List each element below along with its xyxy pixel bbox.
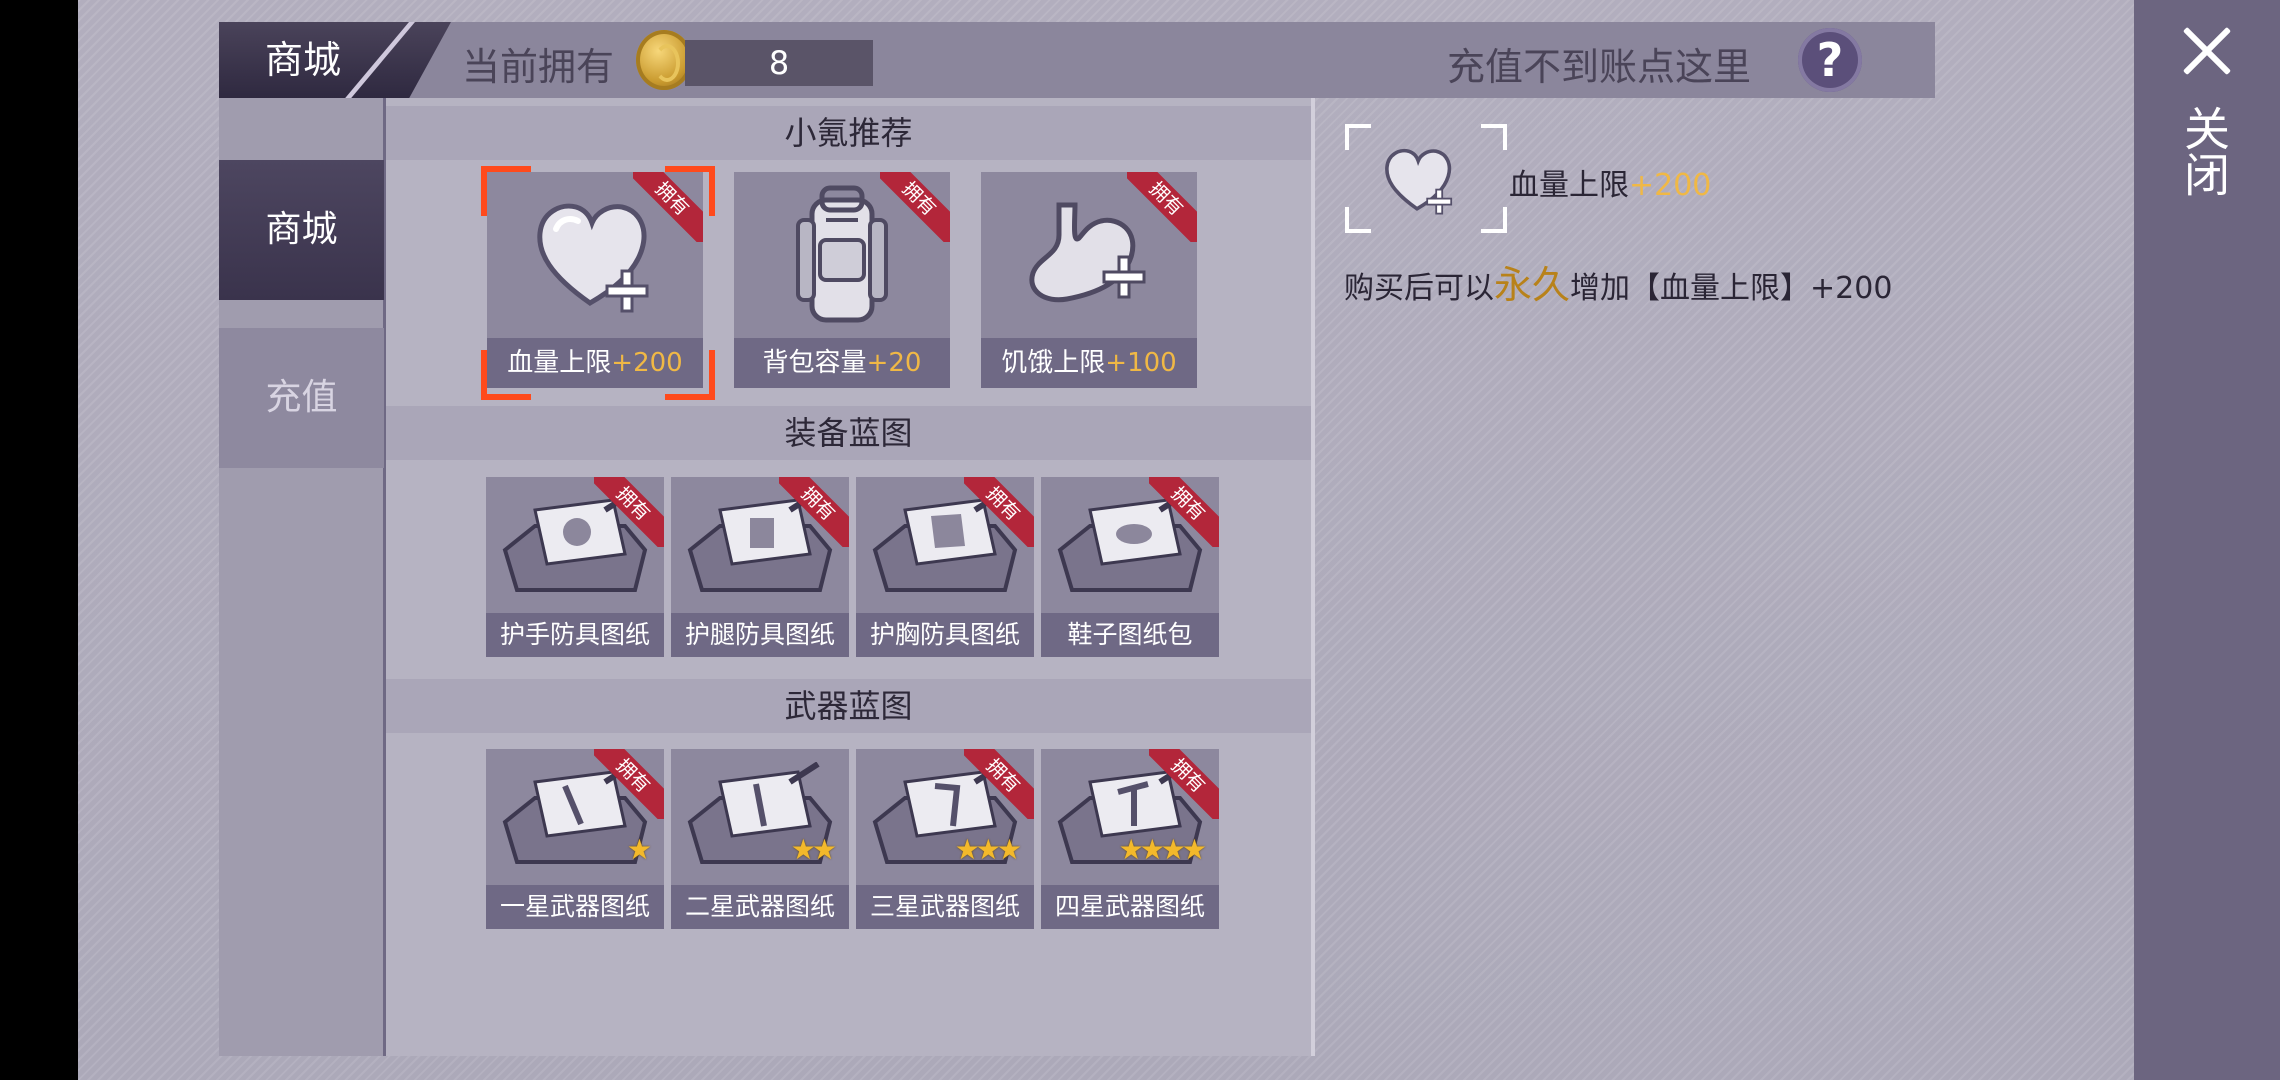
help-button[interactable]: ? — [1798, 28, 1862, 92]
shop-item-weapon-3star[interactable]: ★★★ 拥有 三星武器图纸 — [856, 749, 1034, 929]
detail-frame-corner — [1481, 124, 1507, 150]
star-rating: ★★★ — [954, 833, 1022, 866]
recharge-help-link[interactable]: 充值不到账点这里 — [1447, 36, 1751, 91]
close-label[interactable]: 关闭 — [2177, 105, 2231, 197]
detail-heart-plus-icon — [1380, 144, 1460, 220]
star-rating: ★★★★ — [1118, 833, 1207, 866]
item-label: 三星武器图纸 — [856, 885, 1034, 929]
item-label: 四星武器图纸 — [1041, 885, 1219, 929]
shop-item-shoes-blueprint[interactable]: 拥有 鞋子图纸包 — [1041, 477, 1219, 657]
shop-item-weapon-1star[interactable]: ★ 拥有 一星武器图纸 — [486, 749, 664, 929]
shop-item-chest-blueprint[interactable]: 拥有 护胸防具图纸 — [856, 477, 1034, 657]
owned-ribbon: 拥有 — [594, 477, 664, 547]
selection-corner — [665, 350, 715, 400]
detail-frame-corner — [1345, 207, 1371, 233]
selection-corner — [481, 350, 531, 400]
item-label: 一星武器图纸 — [486, 885, 664, 929]
owned-ribbon: 拥有 — [964, 477, 1034, 547]
section-title-weapons: 武器蓝图 — [386, 679, 1311, 733]
owned-ribbon: 拥有 — [1149, 749, 1219, 819]
owned-ribbon: 拥有 — [880, 172, 950, 242]
item-label: 护腿防具图纸 — [671, 613, 849, 657]
shop-item-hunger-limit[interactable]: 拥有 饥饿上限+100 — [981, 172, 1197, 388]
shop-item-weapon-2star[interactable]: ★★ 二星武器图纸 — [671, 749, 849, 929]
shop-item-pants-blueprint[interactable]: 拥有 护腿防具图纸 — [671, 477, 849, 657]
owned-ribbon: 拥有 — [1127, 172, 1197, 242]
close-icon[interactable] — [2178, 22, 2234, 78]
selection-corner — [665, 166, 715, 216]
owned-label: 当前拥有 — [462, 45, 615, 89]
star-rating: ★★ — [790, 833, 837, 866]
detail-frame-corner — [1345, 124, 1371, 150]
item-label: 护胸防具图纸 — [856, 613, 1034, 657]
owned-ribbon: 拥有 — [1149, 477, 1219, 547]
owned-ribbon: 拥有 — [964, 749, 1034, 819]
detail-title: 血量上限+200 — [1509, 168, 1712, 203]
selection-corner — [481, 166, 531, 216]
coin-icon — [636, 30, 692, 90]
coin-count: 8 — [685, 40, 873, 86]
item-label: 鞋子图纸包 — [1041, 613, 1219, 657]
sidebar-item-shop[interactable]: 商城 — [219, 160, 384, 300]
owned-ribbon: 拥有 — [779, 477, 849, 547]
detail-description: 购买后可以永久增加【血量上限】+200 — [1344, 263, 1893, 307]
star-rating: ★ — [626, 833, 652, 866]
section-title-equipment: 装备蓝图 — [386, 406, 1311, 460]
detail-frame-corner — [1481, 207, 1507, 233]
item-label: 饥饿上限+100 — [981, 338, 1197, 388]
item-label: 护手防具图纸 — [486, 613, 664, 657]
owned-ribbon: 拥有 — [594, 749, 664, 819]
section-title-recommend: 小氪推荐 — [386, 106, 1311, 160]
shop-item-backpack[interactable]: 拥有 背包容量+20 — [734, 172, 950, 388]
item-label: 二星武器图纸 — [671, 885, 849, 929]
item-label: 背包容量+20 — [734, 338, 950, 388]
sidebar-item-recharge[interactable]: 充值 — [219, 328, 384, 468]
shop-item-weapon-4star[interactable]: ★★★★ 拥有 四星武器图纸 — [1041, 749, 1219, 929]
content-divider — [1311, 98, 1315, 1056]
shop-item-gloves-blueprint[interactable]: 拥有 护手防具图纸 — [486, 477, 664, 657]
